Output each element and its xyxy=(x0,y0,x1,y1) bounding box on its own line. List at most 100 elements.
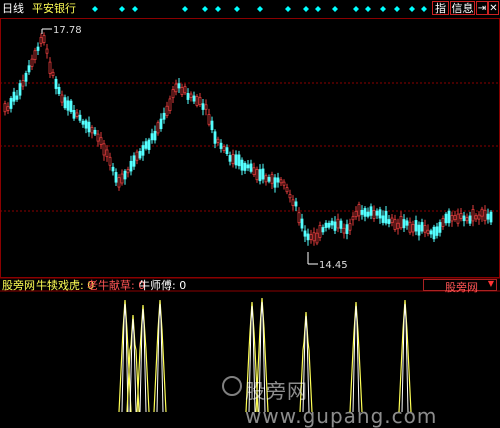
candle-body xyxy=(165,105,169,117)
info-button[interactable]: 信息 xyxy=(450,1,475,15)
candle-body xyxy=(36,46,40,51)
candle-body xyxy=(306,233,310,241)
indicator-button[interactable]: 指 xyxy=(432,1,449,15)
candle xyxy=(381,210,385,226)
candle-body xyxy=(51,71,55,76)
candle xyxy=(42,32,46,46)
watermark-logo-icon xyxy=(222,376,242,396)
candle-body xyxy=(249,163,253,172)
candle-body xyxy=(39,36,43,44)
candle-body xyxy=(390,217,394,223)
candle-body xyxy=(30,58,34,67)
candle xyxy=(258,164,262,185)
signal-diamond xyxy=(119,6,125,12)
close-icon[interactable]: ✕ xyxy=(488,1,499,15)
candle xyxy=(363,206,367,222)
candle xyxy=(108,152,112,171)
candle xyxy=(231,149,235,168)
candle-body xyxy=(321,227,325,233)
candle-body xyxy=(312,232,316,242)
candle xyxy=(219,139,223,153)
signal-diamond xyxy=(315,6,321,12)
candle xyxy=(348,218,352,236)
candle-body xyxy=(27,65,31,73)
candle xyxy=(132,152,136,170)
candle-body xyxy=(405,220,409,226)
candle-body xyxy=(15,95,19,100)
candle-body xyxy=(426,229,430,234)
candle xyxy=(393,214,397,232)
indicator-selector[interactable]: 股旁网 ▼ xyxy=(423,279,497,294)
candle-body xyxy=(180,87,184,95)
candle-body xyxy=(282,181,286,186)
candle xyxy=(366,207,370,219)
candle xyxy=(327,220,331,230)
candle xyxy=(162,107,166,124)
candle xyxy=(375,208,379,219)
candle xyxy=(84,118,88,134)
candle-body xyxy=(45,48,49,54)
candle xyxy=(39,33,43,48)
candle-body xyxy=(48,61,52,74)
candle xyxy=(159,113,163,132)
candle xyxy=(318,221,322,242)
low-price-label: 14.45 xyxy=(319,260,348,271)
candle xyxy=(396,218,400,235)
candle xyxy=(240,157,244,176)
candle xyxy=(24,70,28,87)
candle xyxy=(69,98,73,114)
candle-body xyxy=(342,227,346,234)
restore-icon[interactable]: ⇥ xyxy=(476,1,488,15)
candle-body xyxy=(396,222,400,230)
candle-body xyxy=(291,199,295,206)
candle xyxy=(117,174,121,191)
candle xyxy=(483,205,487,225)
candle-body xyxy=(174,83,178,93)
candle-body xyxy=(387,219,391,224)
candle-body xyxy=(75,112,79,117)
candle xyxy=(354,206,358,220)
candle xyxy=(246,159,250,172)
candle xyxy=(384,205,388,226)
candle-body xyxy=(273,177,277,188)
candle xyxy=(438,219,442,237)
candle xyxy=(99,132,103,150)
candle xyxy=(45,43,49,59)
period-label[interactable]: 日线 xyxy=(2,2,24,15)
candle-body xyxy=(87,121,91,133)
candle xyxy=(111,163,115,176)
candle xyxy=(9,96,13,113)
candle-body xyxy=(24,72,28,82)
candle-body xyxy=(195,96,199,106)
candle xyxy=(6,102,10,115)
candle xyxy=(447,208,451,227)
candle-body xyxy=(33,50,37,60)
candle-body xyxy=(264,175,268,183)
candle xyxy=(288,189,292,203)
candle-body xyxy=(84,120,88,129)
candle xyxy=(351,212,355,226)
candle-body xyxy=(9,98,13,109)
candle-body xyxy=(81,120,85,125)
candle xyxy=(165,101,169,119)
candle xyxy=(141,141,145,161)
candle-body xyxy=(366,211,370,217)
candle-body xyxy=(90,127,94,134)
candle xyxy=(195,94,199,108)
series-1-label: 牛犊戏虎: 0 xyxy=(36,279,95,292)
candle-body xyxy=(60,94,64,103)
candle-body xyxy=(105,149,109,158)
candle xyxy=(489,210,493,226)
candle-body xyxy=(96,133,100,142)
candle-body xyxy=(414,220,418,232)
candle-body xyxy=(279,179,283,184)
candle-body xyxy=(348,223,352,231)
candle xyxy=(228,151,232,166)
candle xyxy=(180,83,184,97)
candle-body xyxy=(318,225,322,238)
candle-body xyxy=(117,177,121,188)
candle xyxy=(63,94,67,110)
candle xyxy=(453,210,457,222)
candle xyxy=(60,90,64,106)
candle xyxy=(135,149,139,165)
